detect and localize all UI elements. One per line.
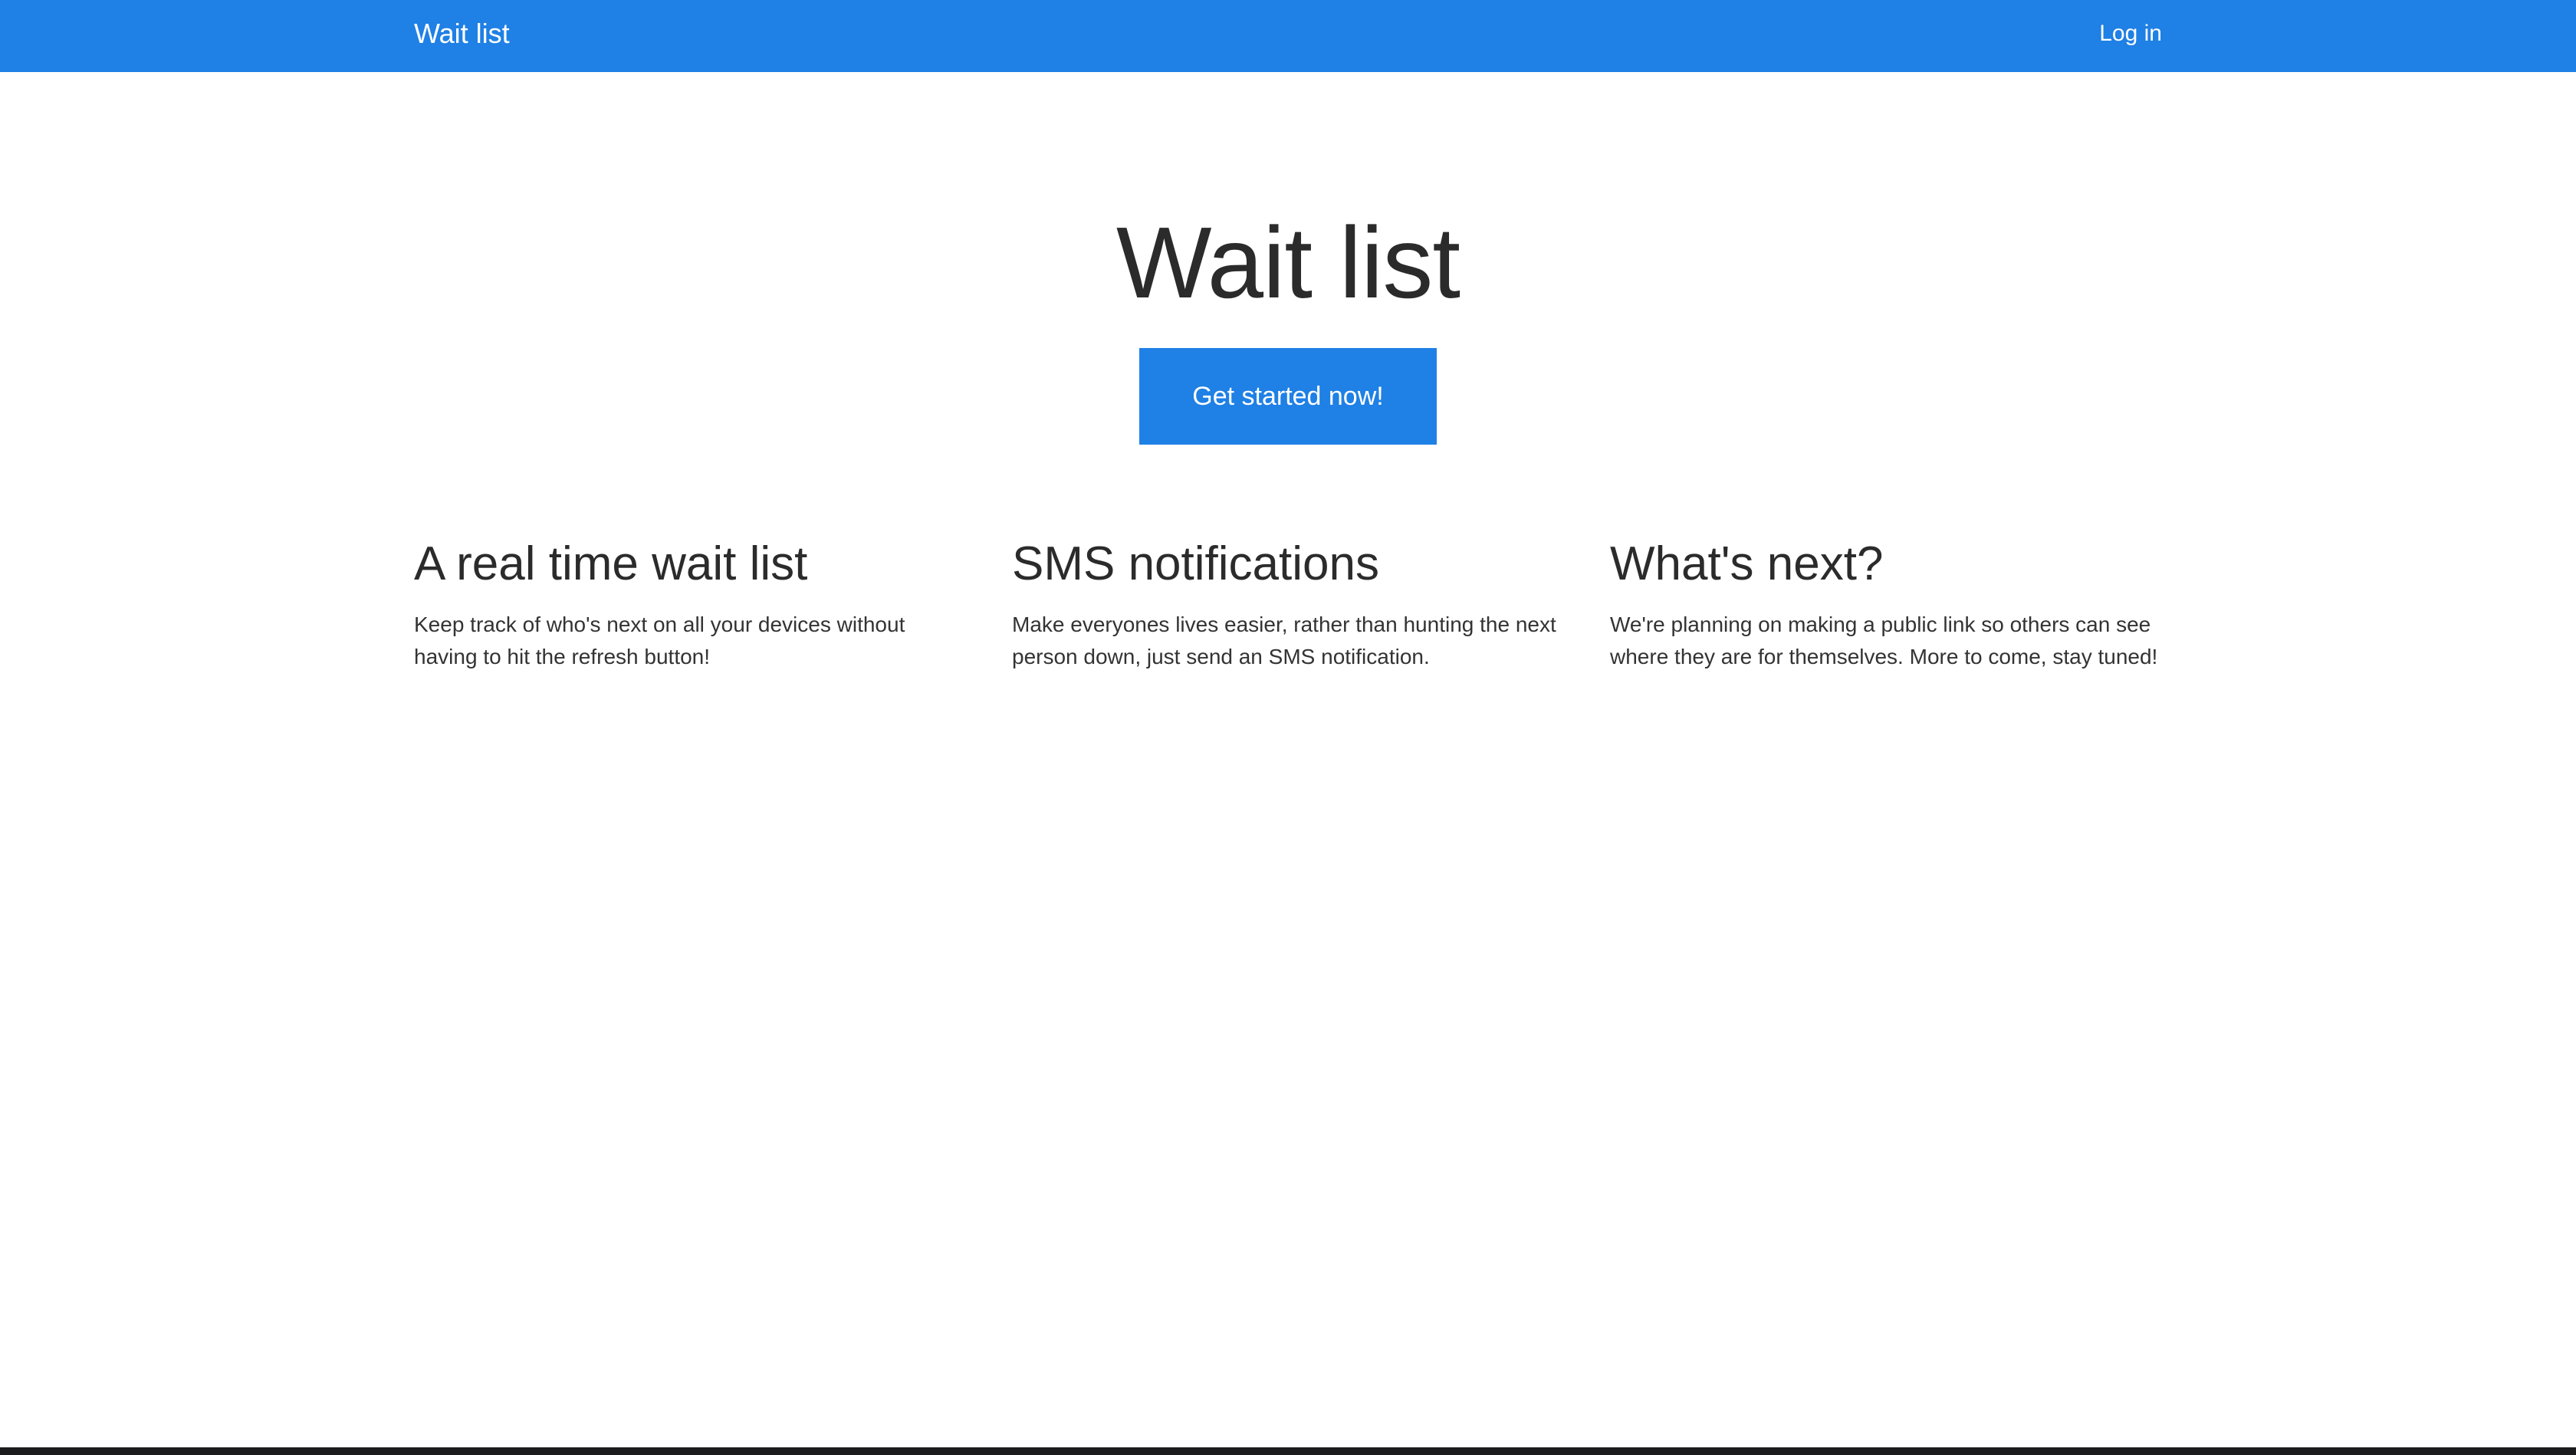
feature-sms: SMS notifications Make everyones lives e… <box>1012 537 1572 673</box>
feature-real-time: A real time wait list Keep track of who'… <box>414 537 974 673</box>
get-started-button[interactable]: Get started now! <box>1139 348 1437 445</box>
feature-description: Keep track of who's next on all your dev… <box>414 613 905 668</box>
top-navbar: Wait list Log in <box>0 0 2576 72</box>
login-link[interactable]: Log in <box>2099 18 2162 49</box>
window-bottom-edge <box>0 1447 2576 1455</box>
feature-whats-next: What's next? We're planning on making a … <box>1610 537 2170 673</box>
page-title: Wait list <box>1116 206 1460 319</box>
feature-heading: What's next? <box>1610 537 1884 590</box>
feature-heading: A real time wait list <box>414 537 808 590</box>
brand-link[interactable]: Wait list <box>414 17 510 51</box>
feature-heading: SMS notifications <box>1012 537 1379 590</box>
feature-description: Make everyones lives easier, rather than… <box>1012 613 1556 668</box>
feature-description: We're planning on making a public link s… <box>1610 613 2158 668</box>
